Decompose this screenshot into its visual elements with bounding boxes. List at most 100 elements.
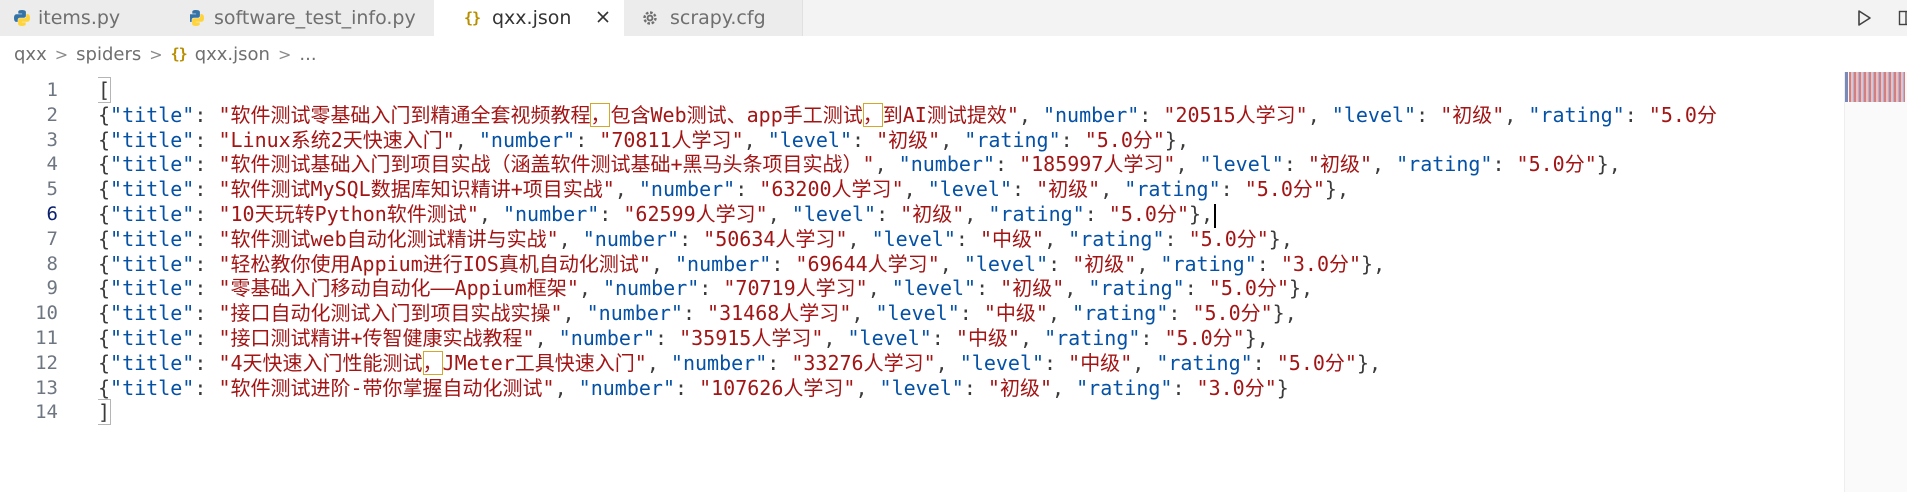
chevron-right-icon: > [149,44,163,64]
level-text: 初级 [912,202,953,226]
rating-value: "5.0分" [1244,177,1325,202]
number-value: "69644人学习" [795,251,940,276]
json-key: "rating" [1156,350,1253,375]
json-icon: {} [170,45,188,63]
run-icon[interactable] [1854,8,1874,28]
quote: " [218,226,231,251]
quote: " [550,301,563,326]
quote: " [638,251,651,276]
rating-text: 5.0分 [1200,226,1257,251]
minimap[interactable] [1844,72,1907,492]
tab-items-py[interactable]: items.py [0,0,191,36]
json-key: "number" [1042,102,1140,127]
level-value: "中级" [1068,350,1133,375]
level-text: 中级 [992,226,1033,251]
json-key: "level" [871,226,956,251]
title-value: 零基础入门移动自动化——Appium框架 [230,276,567,301]
json-key: "rating" [1124,177,1221,202]
json-key: "level" [963,251,1049,276]
json-key: "title" [110,251,195,276]
number-text: 185997人学习 [1031,152,1164,177]
number-value: "107626人学习" [699,375,856,400]
json-key: "number" [602,276,700,301]
line-number: 14 [35,401,58,424]
json-key: "title" [110,276,195,301]
title-value: 软件测试进阶-带你掌握自动化测试 [230,375,543,400]
rating-text: 3.0分 [1208,375,1265,400]
json-key: "level" [875,301,960,326]
code-line[interactable]: 14] [0,397,1840,427]
json-key: "level" [767,127,852,152]
json-key: "title" [110,152,195,177]
json-key: "number" [670,350,768,375]
json-key: "number" [478,127,576,152]
code-editor[interactable]: 1[2 {"title": "软件测试零基础入门到精通全套视频教程，包含Web测试… [0,72,1907,492]
title-value: 软件测试基础入门到项目实战（涵盖软件测试基础+黑马头条项目实战） [230,152,863,177]
chevron-right-icon: > [54,44,69,64]
rating-value-truncated: "5.0分 [1648,102,1717,127]
minimap-preview [1849,72,1905,102]
editor-actions [1854,0,1907,36]
rating-value: "5.0分" [1084,127,1165,152]
close-tab-icon[interactable] [592,6,614,28]
rating-text: 5.0分 [1120,202,1177,226]
number-text: 70719人学习 [735,276,856,301]
level-value: "初级" [1307,152,1373,177]
breadcrumb-item-qxx[interactable]: qxx [14,44,47,65]
split-editor-icon[interactable] [1896,8,1907,28]
quote: " [634,350,647,375]
tab-qxx-json[interactable]: {} qxx.json [434,0,625,36]
breadcrumb-item-file[interactable]: {} qxx.json [171,44,270,65]
tab-label: qxx.json [492,7,572,29]
tab-scrapy-cfg[interactable]: scrapy.cfg [624,0,803,36]
rating-value: "5.0分" [1192,301,1273,326]
quote: " [218,276,231,301]
quote: " [218,152,231,177]
json-key: "title" [110,375,195,400]
rating-text: 5.0分 [1288,350,1345,375]
rating-text: 5.0分 [1204,301,1261,326]
tab-software-test-info-py[interactable]: software_test_info.py [190,0,435,36]
rating-value: "5.0分" [1164,326,1245,350]
json-key: "rating" [1044,326,1141,350]
breadcrumb-item-symbols[interactable]: ... [299,44,316,65]
number-value: "63200人学习" [759,177,904,202]
quote: " [218,350,231,375]
breadcrumb-file-label: qxx.json [194,43,270,65]
quote: " [466,202,479,226]
number-text: 31468人学习 [719,301,840,326]
rating-value: "5.0分" [1108,202,1189,226]
rating-text: 5.0分 [1220,276,1277,301]
quote: " [862,152,875,177]
json-key: "rating" [1396,152,1493,177]
json-key: "level" [1331,102,1417,127]
level-text: 初级 [1012,276,1053,301]
number-text: 35915人学习 [691,326,812,350]
level-text: 中级 [1080,350,1121,375]
json-key: "number" [586,301,683,326]
number-value: "70719人学习" [723,276,868,301]
quote: " [522,326,535,350]
json-key: "number" [502,202,600,226]
json-key: "number" [675,251,772,276]
level-text: 初级 [1319,152,1360,177]
rating-text: 3.0分 [1292,251,1349,276]
level-value: "初级" [900,202,965,226]
level-value: "中级" [983,301,1048,326]
json-key: "level" [1199,152,1284,177]
rating-text: 5.0分 [1176,326,1233,350]
json-key: "title" [110,301,195,326]
level-value: "初级" [1036,177,1101,202]
number-value: "50634人学习" [703,226,848,251]
json-key: "number" [558,326,655,350]
quote: " [1006,102,1019,127]
breadcrumb-item-spiders[interactable]: spiders [76,44,141,65]
json-key: "rating" [988,202,1085,226]
title-value: 接口测试精讲+传智健康实战教程 [230,326,523,350]
json-key: "title" [110,226,195,251]
json-key: "title" [110,177,195,202]
rating-text: 5.0分 [1096,127,1153,152]
rating-value: "5.0分" [1516,152,1597,177]
number-value: "35915人学习" [679,326,824,350]
rating-text: 5.0分 [1256,177,1313,202]
